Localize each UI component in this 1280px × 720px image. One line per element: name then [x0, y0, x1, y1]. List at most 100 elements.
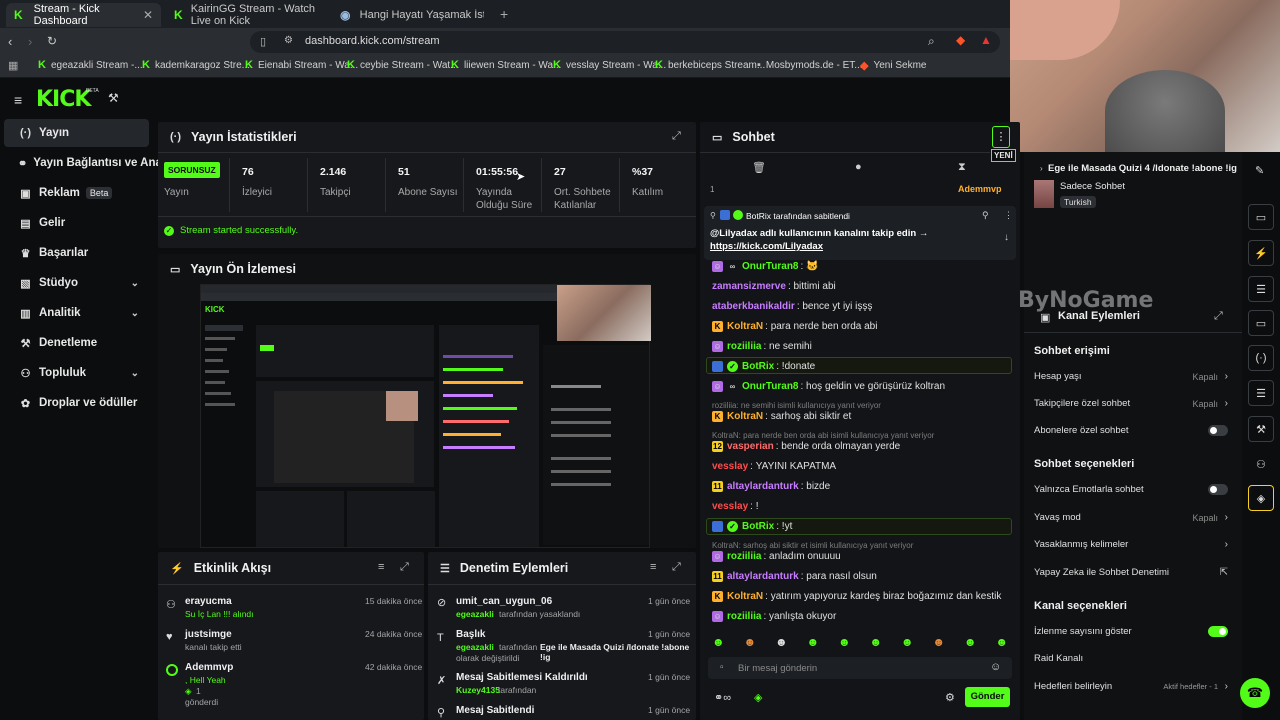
- activity-user[interactable]: justsimge: [185, 629, 232, 640]
- bookmark-item[interactable]: Kegeazakli Stream -...: [38, 59, 143, 71]
- chat-message[interactable]: 11 altaylardanturk: bizde: [712, 481, 830, 492]
- emote-icon[interactable]: ☻: [964, 635, 977, 651]
- chat-mode-icon[interactable]: ●: [855, 161, 862, 173]
- chat-message[interactable]: ✓ BotRix: !donate: [712, 361, 815, 372]
- bookmark-item[interactable]: ◆ Yeni Sekme: [860, 59, 926, 72]
- slow-mode-row[interactable]: Yavaş mod Kapalı ›: [1034, 512, 1230, 523]
- emote-icon[interactable]: ☻: [932, 635, 945, 651]
- bookmark-item[interactable]: ▪ Mosbymods.de - ET...: [757, 59, 863, 71]
- sidebar-item-reklam[interactable]: ▣ Reklam Beta: [4, 179, 149, 207]
- mod-user[interactable]: egeazakli: [456, 642, 494, 652]
- emoji-picker-icon[interactable]: ☺: [990, 661, 1001, 673]
- hammer-icon[interactable]: ⚒: [1248, 416, 1274, 442]
- expand-icon[interactable]: ⤢: [1214, 310, 1223, 323]
- site-info-icon[interactable]: ⚙: [284, 35, 293, 46]
- bookmark-item[interactable]: Kberkebiceps Stream...: [655, 59, 765, 71]
- filter-icon[interactable]: ≡: [650, 561, 656, 573]
- sidebar-item-yayin[interactable]: (·) Yayın: [4, 119, 149, 147]
- tab-hangi-hayati[interactable]: ◉ Hangi Hayatı Yaşamak İstersin? - Tie: [332, 3, 492, 27]
- sidebar-item-topluluk[interactable]: ⚇ Topluluk ⌄: [4, 359, 149, 387]
- zoom-icon[interactable]: ⌕: [928, 34, 935, 49]
- chat-message[interactable]: ataberkbanikaldir: bence yt iyi işşş: [712, 301, 872, 312]
- broadcast-icon[interactable]: (·): [1248, 345, 1274, 371]
- mod-user[interactable]: Kuzey4135: [456, 685, 500, 695]
- chat-message[interactable]: K KoltraN: yatırım yapıyoruz kardeş biraz…: [712, 591, 1001, 602]
- activity-user[interactable]: erayucma: [185, 596, 232, 607]
- stream-preview-video[interactable]: KICK: [200, 284, 651, 548]
- chat-message[interactable]: ☺ roziiliia: ne semihi: [712, 341, 812, 352]
- expand-icon[interactable]: ⤢: [672, 130, 681, 143]
- sidebar-item-stream-key[interactable]: ⚭ Yayın Bağlantısı ve Anahta: [4, 149, 179, 177]
- chat-message[interactable]: 12 vasperian: bende orda olmayan yerde: [712, 441, 900, 452]
- chat-message[interactable]: ☺ ∞ OnurTuran8: hoş geldin ve görüşürüz ko…: [712, 381, 945, 392]
- banned-words-row[interactable]: Yasaklanmış kelimeler ›: [1034, 539, 1230, 550]
- chat-message[interactable]: ☺ roziiliia: anladım onuuuu: [712, 551, 841, 562]
- bookmark-item[interactable]: Kkademkaragoz Stre...: [142, 59, 250, 71]
- chat-message[interactable]: K KoltraN: para nerde ben orda abi: [712, 321, 877, 332]
- follower-chat-row[interactable]: Takipçilere özel sohbet Kapalı ›: [1034, 398, 1230, 409]
- goals-row[interactable]: Hedefleri belirleyin Aktif hedefler - 1 ›: [1034, 681, 1230, 692]
- pinned-link[interactable]: https://kick.com/Lilyadax: [710, 241, 823, 252]
- emote-icon[interactable]: ☻: [869, 635, 882, 651]
- raid-row[interactable]: Raid Kanalı: [1034, 653, 1230, 664]
- mod-list-icon[interactable]: ☰: [1248, 380, 1274, 406]
- chat-message[interactable]: ☺ ∞ OnurTuran8: 🐱: [712, 261, 819, 272]
- infinity-icon[interactable]: ⚭∞: [714, 691, 731, 704]
- bolt-icon[interactable]: ⚡: [1248, 240, 1274, 266]
- chat-message[interactable]: vesslay: !: [712, 501, 759, 512]
- chat-message[interactable]: ✓ BotRix: !yt: [712, 521, 792, 532]
- tab-kick-dashboard[interactable]: K Stream - Kick Dashboard ✕: [6, 3, 161, 27]
- emote-only-toggle[interactable]: [1208, 484, 1228, 495]
- chat-bubble-icon[interactable]: ▭: [1248, 310, 1274, 336]
- kick-coin-icon[interactable]: ◈: [754, 691, 762, 704]
- pinned-message[interactable]: ⚲ BotRix tarafından sabitlendi ⚲ ⋮ @Lily…: [704, 206, 1016, 260]
- collapse-icon[interactable]: ↓: [1004, 232, 1009, 243]
- bookmark-icon[interactable]: ▯: [260, 35, 266, 48]
- emote-icon[interactable]: ☻: [743, 635, 756, 651]
- menu-icon[interactable]: ≡: [14, 92, 22, 108]
- send-button[interactable]: Gönder: [965, 687, 1010, 707]
- chat-message[interactable]: K KoltraN: sarhoş abi siktir et: [712, 411, 851, 422]
- bookmark-item[interactable]: Kvesslay Stream - Wa...: [553, 59, 666, 71]
- sidebar-item-gelir[interactable]: ▤ Gelir: [4, 209, 149, 237]
- emote-icon[interactable]: ☻: [901, 635, 914, 651]
- preview-toggle-icon[interactable]: ▭: [1248, 204, 1274, 230]
- filter-icon[interactable]: ≡: [378, 561, 384, 573]
- reload-icon[interactable]: ↻: [47, 34, 57, 48]
- more-icon[interactable]: ⋮: [1004, 210, 1013, 221]
- chat-message[interactable]: ☺ roziiliia: yanlışta okuyor: [712, 611, 836, 622]
- bookmark-item[interactable]: K Eienabi Stream - Wa...: [245, 59, 358, 71]
- emote-icon[interactable]: ☻: [806, 635, 819, 651]
- forward-icon[interactable]: ›: [28, 34, 32, 49]
- sidebar-item-studyo[interactable]: ▧ Stüdyo ⌄: [4, 269, 149, 297]
- sidebar-item-basarilar[interactable]: ♛ Başarılar: [4, 239, 149, 267]
- apps-grid-icon[interactable]: ▦: [8, 59, 18, 72]
- emote-icon[interactable]: ☻: [775, 635, 788, 651]
- back-icon[interactable]: ‹: [8, 34, 12, 49]
- chat-message[interactable]: zamansizmerve: bittimi abi: [712, 281, 836, 292]
- emote-icon[interactable]: ☻: [995, 635, 1008, 651]
- mod-action-target[interactable]: umit_can_uygun_06: [456, 596, 552, 607]
- ai-moderation-row[interactable]: Yapay Zeka ile Sohbet Denetimi ⇱: [1034, 567, 1230, 578]
- close-tab-icon[interactable]: ✕: [143, 8, 153, 22]
- account-age-row[interactable]: Hesap yaşı Kapalı ›: [1034, 371, 1230, 382]
- emote-icon[interactable]: ☻: [712, 635, 725, 651]
- trash-icon[interactable]: 🗑: [752, 161, 766, 174]
- tools-icon[interactable]: ⚒: [108, 91, 119, 105]
- sidebar-item-analitik[interactable]: ▥ Analitik ⌄: [4, 299, 149, 327]
- expand-icon[interactable]: ⤢: [400, 561, 409, 574]
- chat-message[interactable]: vesslay: YAYINI KAPATMA: [712, 461, 836, 472]
- sidebar-item-denetleme[interactable]: ⚒ Denetleme: [4, 329, 149, 357]
- users-icon[interactable]: ⚇: [1256, 458, 1266, 471]
- rewards-icon[interactable]: ▲: [980, 33, 992, 47]
- kick-logo[interactable]: KICK: [36, 87, 91, 112]
- list-icon[interactable]: ☰: [1248, 276, 1274, 302]
- pin-toggle-icon[interactable]: ⚲: [982, 210, 989, 221]
- sidebar-item-droplar[interactable]: ✿ Droplar ve ödüller: [4, 389, 149, 417]
- chat-input[interactable]: ▫ Bir mesaj gönderin ☺: [708, 657, 1012, 679]
- chat-more-icon[interactable]: ⋮: [992, 126, 1010, 148]
- bookmark-item[interactable]: Kceybie Stream - Wat...: [347, 59, 459, 71]
- tab-kairingg[interactable]: K KairinGG Stream - Watch Live on Kick: [166, 3, 334, 27]
- url-field[interactable]: ▯ ⚙ dashboard.kick.com/stream ⌕ ◆ ▲: [250, 31, 1000, 53]
- help-support-button[interactable]: ☎: [1240, 678, 1270, 708]
